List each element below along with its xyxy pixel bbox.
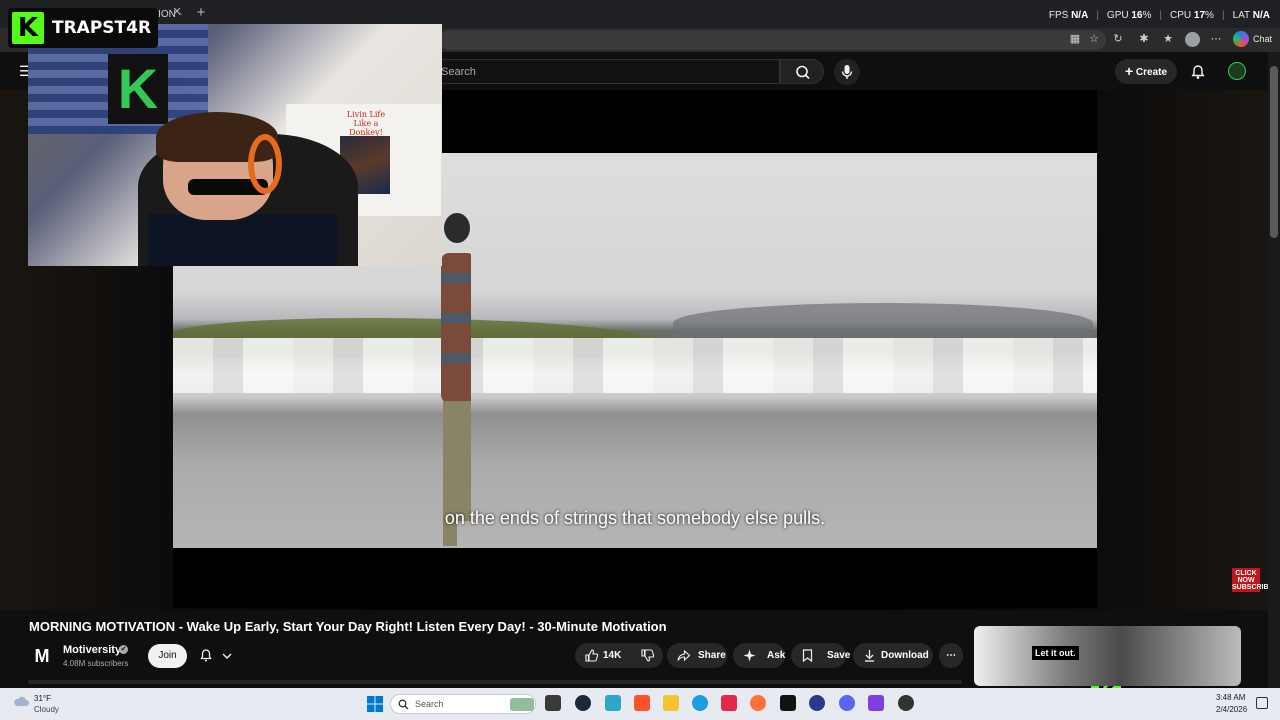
app-grid-icon[interactable] (868, 695, 884, 711)
profile-avatar[interactable] (1185, 32, 1200, 47)
like-dislike-group: 14K (575, 643, 663, 668)
voice-search-button[interactable] (834, 59, 860, 85)
create-button[interactable]: + Create (1115, 59, 1177, 84)
search-icon (398, 699, 409, 710)
distant-mountain (673, 303, 1093, 343)
latency-stat: LAT N/A (1232, 10, 1270, 21)
subscriber-count: 4.08M subscribers (63, 659, 129, 668)
windows-start-icon[interactable] (366, 695, 384, 713)
chat-label[interactable]: Chat (1253, 31, 1272, 47)
taskbar-date[interactable]: 2/4/2026 (1216, 705, 1247, 714)
channel-avatar[interactable]: M (32, 646, 52, 666)
refresh-extension-icon[interactable]: ↻ (1111, 32, 1125, 46)
obs-icon[interactable] (809, 695, 825, 711)
task-view-icon[interactable] (545, 695, 561, 711)
nvidia-icon[interactable] (780, 695, 796, 711)
browser-menu-icon[interactable]: ⋯ (1209, 32, 1223, 46)
scrollbar-thumb[interactable] (1270, 66, 1278, 238)
ask-ai-button[interactable]: Ask (733, 643, 785, 668)
search-highlight-icon[interactable] (510, 698, 534, 711)
file-explorer-icon[interactable] (663, 695, 679, 711)
download-icon (865, 650, 874, 662)
taskbar-clock[interactable]: 3:48 AM (1216, 693, 1245, 702)
streamer-jacket (148, 214, 338, 266)
bookmark-icon (802, 649, 813, 663)
account-avatar[interactable] (1228, 62, 1246, 80)
cloud-icon[interactable] (12, 694, 30, 708)
channel-name[interactable]: Motiversity (63, 644, 121, 656)
plus-icon: + (1124, 63, 1134, 79)
streamer-brand-badge: K TRAPST4R (8, 8, 158, 48)
thumbs-up-icon (585, 649, 599, 662)
gpu-stat: GPU 16% (1106, 10, 1152, 21)
thumbnail-caption: Let it out. (1032, 646, 1079, 660)
search-icon (796, 65, 810, 80)
recommended-video-thumbnail[interactable]: Let it out. (974, 626, 1241, 686)
copilot-icon[interactable] (1233, 31, 1249, 47)
favorites-icon[interactable]: ★ (1161, 32, 1175, 46)
subscription-notifications-button[interactable] (195, 644, 241, 668)
app-view-icon[interactable]: ▦ (1068, 32, 1082, 46)
weather-description[interactable]: Cloudy (34, 705, 59, 714)
search-button[interactable] (780, 59, 824, 84)
youtube-search-input[interactable]: Search (430, 59, 780, 84)
join-button[interactable]: Join (148, 644, 187, 668)
webcam-overlay: K Livin Life Like a Donkey! (28, 24, 442, 266)
new-tab-button[interactable]: + (193, 4, 209, 22)
microphone-icon (841, 65, 853, 79)
notifications-bell-icon[interactable] (1190, 64, 1206, 80)
download-button[interactable]: Download (853, 643, 933, 668)
more-actions-button[interactable]: ⋯ (939, 643, 963, 668)
cpu-stat: CPU 17% (1170, 10, 1214, 21)
subscribe-overlay-badge[interactable]: CLICK NOW SUBSCRIBE (1232, 568, 1273, 592)
address-bar[interactable] (440, 30, 1106, 50)
recording-app-icon[interactable] (898, 695, 914, 711)
sparkle-icon (743, 649, 756, 662)
video-title: MORNING MOTIVATION - Wake Up Early, Star… (29, 619, 667, 634)
bell-dropdown-icon (200, 649, 232, 662)
verified-badge-icon: ✔ (119, 645, 128, 654)
brave-browser-icon[interactable] (634, 695, 650, 711)
description-box-edge (28, 680, 962, 684)
kick-logo-icon: K (12, 12, 44, 44)
firefox-icon[interactable] (750, 695, 766, 711)
streamer-name: TRAPST4R (52, 18, 152, 38)
icebergs (173, 338, 1097, 393)
k-logo-quilt: K (108, 54, 168, 124)
performance-overlay: FPS N/A | GPU 16% | CPU 17% | LAT N/A (1048, 10, 1270, 21)
favorite-star-icon[interactable]: ☆ (1087, 32, 1101, 46)
save-button[interactable]: Save (791, 643, 850, 668)
notepad-icon[interactable] (605, 695, 621, 711)
fps-stat: FPS N/A (1048, 10, 1089, 21)
handwritten-sign: Livin Life Like a Donkey! (346, 110, 386, 137)
weather-temperature[interactable]: 31°F (34, 694, 51, 703)
like-button[interactable]: 14K (575, 643, 631, 668)
headset-icon (248, 134, 282, 194)
extensions-icon[interactable]: ✱ (1137, 32, 1151, 46)
thumbs-down-icon (641, 649, 655, 662)
dislike-button[interactable] (633, 643, 663, 668)
tab-close-icon[interactable]: ✕ (170, 5, 184, 23)
discord-icon[interactable] (839, 695, 855, 711)
steam-icon[interactable] (575, 695, 591, 711)
notification-center-icon[interactable] (1256, 697, 1268, 709)
share-button[interactable]: Share (667, 643, 727, 668)
tiktok-studio-icon[interactable] (721, 695, 737, 711)
share-arrow-icon (677, 649, 691, 662)
edge-browser-icon[interactable] (692, 695, 708, 711)
video-caption: on the ends of strings that somebody els… (444, 508, 826, 528)
